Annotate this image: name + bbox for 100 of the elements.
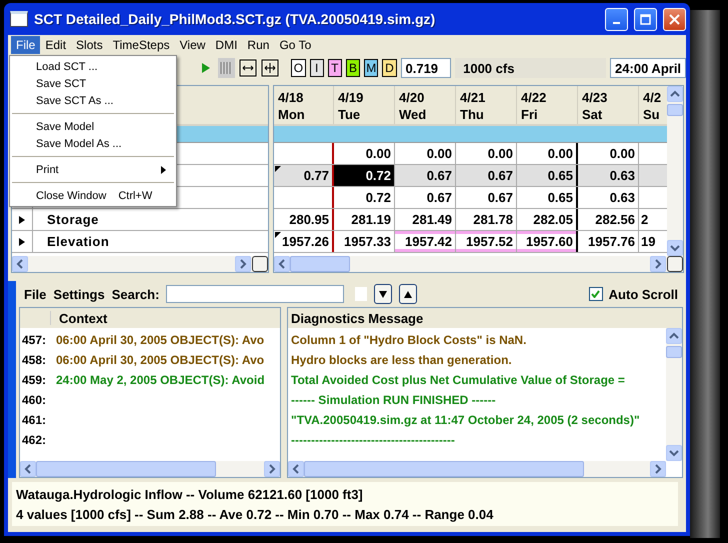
table-cell[interactable]: 282.05	[517, 209, 578, 230]
menu-item[interactable]: Save SCT As ...	[10, 92, 176, 109]
table-cell[interactable]: 1957.52	[456, 231, 517, 252]
fit-width-icon[interactable]	[238, 58, 256, 78]
log-context: 06:00 April 30, 2005 OBJECT(S): Avo	[55, 333, 264, 347]
vertical-scrollbar[interactable]	[666, 328, 682, 461]
row-label[interactable]: Storage	[33, 209, 99, 230]
search-field[interactable]	[166, 285, 344, 303]
filter-toggle[interactable]: T	[328, 59, 342, 77]
menu-item[interactable]: Close Window Ctrl+W	[10, 187, 176, 204]
menu-item[interactable]: Edit	[40, 36, 72, 54]
horizontal-scrollbar[interactable]	[288, 461, 666, 477]
table-cell[interactable]: 0.00	[334, 143, 395, 164]
scroll-thumb[interactable]	[304, 461, 584, 477]
horizontal-scrollbar[interactable]	[274, 256, 683, 272]
menu-item[interactable]: Go To	[274, 36, 316, 54]
table-cell[interactable]: 0.00	[395, 143, 456, 164]
table-cell[interactable]: 2	[639, 209, 667, 230]
line-number: 461:	[21, 413, 48, 427]
minimize-button[interactable]	[605, 8, 628, 30]
menu-item[interactable]: Save Model As ...	[10, 135, 176, 152]
table-cell[interactable]: 0.67	[456, 165, 517, 186]
filter-toggle[interactable]: M	[364, 59, 378, 77]
line-number: 462:	[21, 433, 48, 447]
log-message: Column 1 of "Hydro Block Costs" is NaN.	[290, 333, 526, 347]
table-cell[interactable]: 0.67	[395, 187, 456, 208]
next-button[interactable]	[374, 284, 392, 304]
table-cell[interactable]: 1957.26	[274, 231, 334, 252]
column-header[interactable]: 4/19 Tue	[334, 86, 395, 124]
window-icon	[10, 11, 28, 27]
search-label: Search:	[112, 286, 160, 302]
menu-item[interactable]: Settings	[53, 286, 105, 302]
table-cell[interactable]: 0.65	[517, 165, 578, 186]
filter-toggle[interactable]: I	[310, 59, 324, 77]
expand-icon[interactable]	[18, 236, 26, 246]
fit-all-icon[interactable]	[260, 58, 278, 78]
date-field[interactable]: 24:00 April	[610, 58, 686, 78]
table-cell[interactable]: 282.56	[578, 209, 639, 230]
menu-item[interactable]: Print	[10, 161, 176, 178]
table-cell[interactable]: 0.72	[334, 187, 395, 208]
menu-item[interactable]: DMI	[210, 36, 242, 54]
row-label[interactable]: Elevation	[33, 231, 110, 252]
table-cell[interactable]: 0.00	[578, 143, 639, 164]
scroll-thumb[interactable]	[36, 461, 216, 477]
menu-item[interactable]: File	[24, 286, 46, 302]
table-cell[interactable]: 1957.33	[334, 231, 395, 252]
table-cell[interactable]: 0.67	[395, 165, 456, 186]
horizontal-scrollbar[interactable]	[12, 256, 268, 272]
up-triangle-icon	[404, 290, 412, 298]
column-header[interactable]: 4/21 Thu	[456, 86, 517, 124]
filter-toggle[interactable]: O	[291, 59, 306, 77]
menu-item[interactable]: File	[11, 36, 40, 54]
table-cell[interactable]: 0.00	[456, 143, 517, 164]
table-cell[interactable]: 0.67	[456, 187, 517, 208]
log-message: Hydro blocks are less than generation.	[290, 353, 512, 367]
menu-item[interactable]: Run	[242, 36, 274, 54]
filter-toggle[interactable]: D	[382, 59, 396, 77]
log-message: ------ Simulation RUN FINISHED ------	[290, 393, 496, 407]
menu-item[interactable]: TimeSteps	[108, 36, 175, 54]
vertical-scrollbar[interactable]	[667, 86, 683, 256]
menu-item[interactable]: View	[174, 36, 210, 54]
table-cell[interactable]: 280.95	[274, 209, 334, 230]
menu-item[interactable]: Load SCT ...	[10, 58, 176, 75]
checkbox[interactable]	[588, 287, 603, 301]
menu-item[interactable]: Save SCT	[10, 75, 176, 92]
log-context: 06:00 April 30, 2005 OBJECT(S): Avo	[55, 353, 264, 367]
value-field[interactable]: 0.719	[400, 58, 452, 78]
table-cell[interactable]: 0.65	[517, 187, 578, 208]
horizontal-scrollbar[interactable]	[20, 461, 280, 477]
filter-toggle[interactable]: B	[346, 59, 360, 77]
log-message: Total Avoided Cost plus Net Cumulative Value of Storage =	[290, 373, 625, 387]
table-cell[interactable]: 281.19	[334, 209, 395, 230]
previous-button[interactable]	[399, 284, 418, 304]
scroll-thumb[interactable]	[290, 256, 350, 272]
column-header[interactable]: 4/20 Wed	[395, 86, 456, 124]
table-cell[interactable]: 1957.60	[517, 231, 578, 252]
table-cell[interactable]: 0.63	[578, 187, 639, 208]
table-cell[interactable]: 281.49	[395, 209, 456, 230]
column-header[interactable]: 4/22 Fri	[517, 86, 578, 124]
log-message: "TVA.20050419.sim.gz at 11:47 October 24, 2005 (2 seconds)"	[290, 413, 640, 427]
scroll-thumb[interactable]	[667, 104, 683, 116]
menu-item[interactable]: Slots	[71, 36, 108, 54]
table-cell[interactable]: 281.78	[456, 209, 517, 230]
maximize-button[interactable]	[634, 8, 657, 30]
table-cell[interactable]: 19	[639, 231, 667, 252]
table-cell[interactable]: 0.72	[334, 165, 395, 186]
line-number: 460:	[21, 393, 48, 407]
table-cell[interactable]: 1957.42	[395, 231, 456, 252]
close-button[interactable]	[663, 8, 686, 30]
column-header[interactable]: 4/18 Mon	[274, 86, 334, 124]
window-title: SCT Detailed_Daily_PhilMod3.SCT.gz (TVA.20050419.sim.gz)	[34, 11, 436, 27]
table-cell[interactable]: 1957.76	[578, 231, 639, 252]
expand-icon[interactable]	[18, 214, 26, 224]
column-header: Diagnostics Message	[290, 310, 424, 326]
column-header[interactable]: 4/23 Sat	[578, 86, 639, 124]
scroll-thumb[interactable]	[666, 346, 682, 358]
table-cell[interactable]: 0.63	[578, 165, 639, 186]
line-number: 459:	[21, 373, 48, 387]
checkbox-label: Auto Scroll	[608, 286, 678, 302]
menu-item[interactable]: Save Model	[10, 118, 176, 135]
